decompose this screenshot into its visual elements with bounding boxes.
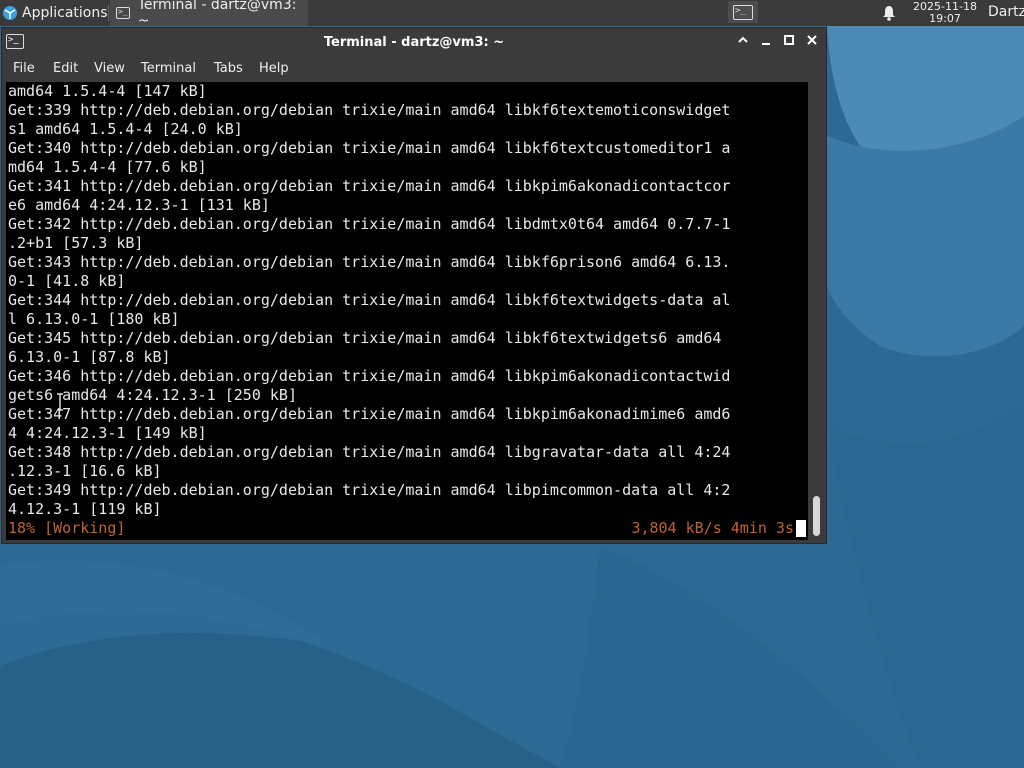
- terminal-launcher-button[interactable]: >_: [728, 1, 758, 23]
- terminal-line: gets6 amd64 4:24.12.3-1 [250 kB]: [8, 386, 297, 404]
- terminal-line: Get:340 http://deb.debian.org/debian tri…: [8, 139, 731, 157]
- terminal-line: s1 amd64 1.5.4-4 [24.0 kB]: [8, 120, 243, 138]
- menu-terminal[interactable]: Terminal: [141, 61, 196, 76]
- clock[interactable]: 2025-11-18 19:07: [906, 0, 984, 25]
- terminal-window: >_ Terminal - dartz@vm3: ~ File Edit Vie…: [1, 27, 827, 544]
- terminal-line: 4.12.3-1 [119 kB]: [8, 500, 162, 518]
- terminal-line: Get:344 http://deb.debian.org/debian tri…: [8, 291, 731, 309]
- menu-help[interactable]: Help: [259, 61, 289, 76]
- menu-edit[interactable]: Edit: [53, 61, 78, 76]
- apt-speed: 3,804 kB/s 4min 3s: [631, 519, 794, 537]
- terminal-line: Get:345 http://deb.debian.org/debian tri…: [8, 329, 722, 347]
- window-title: Terminal - dartz@vm3: ~: [323, 35, 505, 50]
- terminal-line: Get:342 http://deb.debian.org/debian tri…: [8, 215, 731, 233]
- applications-menu[interactable]: Applications: [0, 0, 108, 26]
- terminal-line: Get:343 http://deb.debian.org/debian tri…: [8, 253, 731, 271]
- user-menu[interactable]: Dartz: [988, 4, 1024, 20]
- taskbar-terminal-button[interactable]: >_ Terminal - dartz@vm3: ~: [110, 0, 308, 29]
- terminal-launcher-icon: >_: [733, 4, 753, 20]
- terminal-line: Get:348 http://deb.debian.org/debian tri…: [8, 443, 731, 461]
- terminal-line: Get:347 http://deb.debian.org/debian tri…: [8, 405, 731, 423]
- clock-time: 19:07: [929, 12, 961, 25]
- chevron-up-icon: [738, 36, 748, 43]
- terminal-line: amd64 1.5.4-4 [147 kB]: [8, 82, 207, 100]
- maximize-icon: [784, 35, 794, 45]
- terminal-line: Get:349 http://deb.debian.org/debian tri…: [8, 481, 731, 499]
- terminal-line: Get:339 http://deb.debian.org/debian tri…: [8, 101, 731, 119]
- top-panel: Applications >_ Terminal - dartz@vm3: ~ …: [0, 0, 1024, 29]
- terminal-line: md64 1.5.4-4 [77.6 kB]: [8, 158, 207, 176]
- window-titlebar[interactable]: >_ Terminal - dartz@vm3: ~: [2, 28, 826, 58]
- terminal-line: .12.3-1 [16.6 kB]: [8, 462, 162, 480]
- terminal-line: 0-1 [41.8 kB]: [8, 272, 126, 290]
- terminal-line: 6.13.0-1 [87.8 kB]: [8, 348, 171, 366]
- terminal-output[interactable]: amd64 1.5.4-4 [147 kB] Get:339 http://deb…: [6, 82, 808, 540]
- terminal-line: l 6.13.0-1 [180 kB]: [8, 310, 180, 328]
- menu-tabs[interactable]: Tabs: [214, 61, 243, 76]
- apt-status-line: 18% [Working] 3,804 kB/s 4min 3s: [6, 519, 808, 538]
- menu-view[interactable]: View: [94, 61, 125, 76]
- text-cursor-icon: [57, 393, 63, 411]
- panel-separator: [108, 5, 109, 21]
- menu-file[interactable]: File: [13, 61, 35, 76]
- terminal-cursor: [796, 520, 806, 537]
- applications-label: Applications: [22, 5, 108, 21]
- terminal-scrollbar[interactable]: [810, 82, 824, 540]
- terminal-line: 4 4:24.12.3-1 [149 kB]: [8, 424, 207, 442]
- applications-menu-icon: [3, 6, 17, 20]
- maximize-button[interactable]: [781, 34, 797, 50]
- apt-progress: 18% [Working]: [8, 519, 126, 537]
- bell-icon[interactable]: [882, 5, 896, 21]
- terminal-line: Get:346 http://deb.debian.org/debian tri…: [8, 367, 731, 385]
- close-button[interactable]: [804, 34, 820, 50]
- terminal-text: amd64 1.5.4-4 [147 kB] Get:339 http://deb…: [6, 82, 808, 519]
- terminal-line: .2+b1 [57.3 kB]: [8, 234, 144, 252]
- scrollbar-thumb[interactable]: [813, 496, 820, 536]
- terminal-icon: >_: [116, 7, 130, 19]
- close-icon: [807, 35, 817, 45]
- terminal-line: Get:341 http://deb.debian.org/debian tri…: [8, 177, 731, 195]
- shade-button[interactable]: [735, 34, 751, 50]
- terminal-line: e6 amd64 4:24.12.3-1 [131 kB]: [8, 196, 270, 214]
- minimize-button[interactable]: [758, 34, 774, 50]
- minimize-icon: [762, 43, 770, 45]
- taskbar-terminal-label: Terminal - dartz@vm3: ~: [137, 0, 297, 29]
- menu-bar: File Edit View Terminal Tabs Help: [2, 58, 826, 82]
